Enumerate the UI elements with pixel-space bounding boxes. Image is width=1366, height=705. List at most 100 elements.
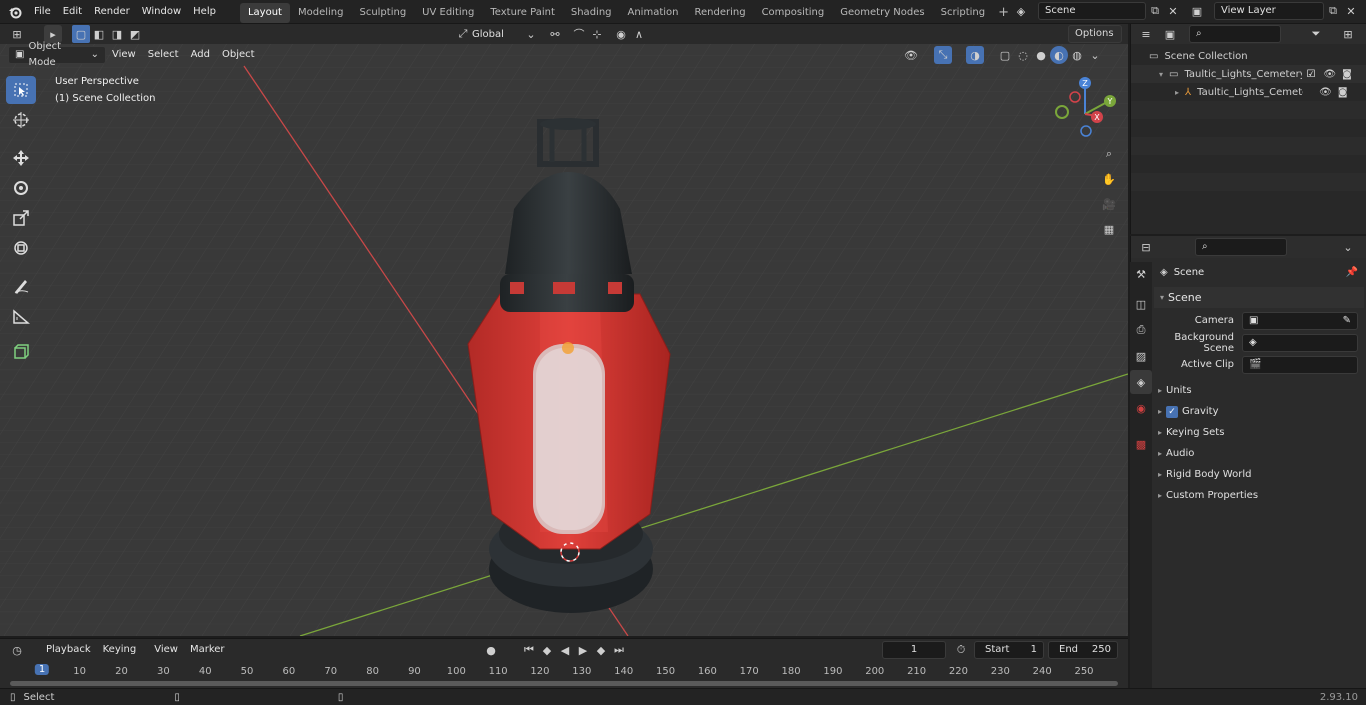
expand-down-icon[interactable]: ▾ — [1155, 70, 1167, 79]
tab-animation[interactable]: Animation — [620, 3, 687, 23]
outliner-row-object[interactable]: ▸ ⅄ Taultic_Lights_Cemetery_ 👁 ◙ — [1131, 83, 1366, 101]
gravity-checkbox[interactable]: ✓ — [1166, 405, 1178, 418]
properties-options-icon[interactable]: ⌄ — [1339, 238, 1357, 256]
menu-render[interactable]: Render — [88, 0, 136, 24]
cursor-tool-icon[interactable] — [6, 106, 36, 134]
object-mode-dropdown[interactable]: ▣ Object Mode ⌄ — [8, 41, 106, 68]
eyedropper-icon[interactable]: ✎ — [1343, 313, 1351, 329]
new-view-layer-icon[interactable]: ⧉ — [1324, 2, 1342, 20]
tab-tool-icon[interactable]: ⚒ — [1130, 262, 1152, 286]
snap-target-icon[interactable]: ⊹ — [588, 25, 606, 43]
tab-scripting[interactable]: Scripting — [933, 3, 993, 23]
pin-icon[interactable]: 📌 — [1346, 267, 1358, 278]
snap-icon[interactable]: ⌒ — [570, 25, 588, 43]
pivot-icon[interactable]: ⚯ — [546, 25, 564, 43]
delete-view-layer-icon[interactable]: ✕ — [1342, 2, 1360, 20]
rendered-shading-icon[interactable]: ◍ — [1068, 46, 1086, 64]
menu-file[interactable]: File — [28, 0, 57, 24]
tab-sculpting[interactable]: Sculpting — [351, 3, 414, 23]
tab-modeling[interactable]: Modeling — [290, 3, 352, 23]
tab-geometry-nodes[interactable]: Geometry Nodes — [832, 3, 932, 23]
ortho-grid-icon[interactable]: ▦ — [1098, 217, 1120, 241]
viewport-menu-add[interactable]: Add — [185, 46, 216, 64]
outliner-row-collection[interactable]: ▾ ▭ Taultic_Lights_Cemetery_Mer ☑ 👁 ◙ — [1131, 65, 1366, 83]
select-tool-icon[interactable] — [6, 76, 36, 104]
mode-extend-icon[interactable]: ◧ — [90, 25, 108, 43]
scale-tool-icon[interactable] — [6, 204, 36, 232]
rotate-tool-icon[interactable] — [6, 174, 36, 202]
scene-name-field[interactable]: Scene — [1038, 2, 1146, 20]
camera-icon[interactable]: ◙ — [1338, 87, 1348, 98]
new-scene-icon[interactable]: ⧉ — [1146, 2, 1164, 20]
filter-icon[interactable]: ⏷ — [1307, 25, 1325, 43]
outliner-root-row[interactable]: ▭ Scene Collection — [1131, 47, 1366, 65]
gizmo-toggle-icon[interactable]: ⤡ — [934, 46, 952, 64]
tab-texture-icon[interactable]: ▩ — [1130, 432, 1152, 456]
menu-window[interactable]: Window — [136, 0, 187, 24]
tab-shading[interactable]: Shading — [563, 3, 620, 23]
tab-compositing[interactable]: Compositing — [754, 3, 833, 23]
panel-gravity[interactable]: ▸ ✓ Gravity — [1154, 401, 1364, 422]
3d-viewport[interactable]: Z Y X — [0, 44, 1128, 636]
pan-hand-icon[interactable]: ✋ — [1098, 167, 1120, 191]
properties-editor-type-icon[interactable]: ⊟ — [1137, 238, 1155, 256]
viewport-menu-view[interactable]: View — [106, 46, 142, 64]
properties-search-input[interactable]: ⌕ — [1195, 238, 1287, 256]
new-collection-icon[interactable]: ⊞ — [1339, 25, 1357, 43]
delete-scene-icon[interactable]: ✕ — [1164, 2, 1182, 20]
tab-view-layer-icon[interactable]: ▨ — [1130, 344, 1152, 368]
material-shading-icon[interactable]: ◐ — [1050, 46, 1068, 64]
panel-audio[interactable]: ▸ Audio — [1154, 443, 1364, 464]
outliner-search-input[interactable]: ⌕ — [1189, 25, 1281, 43]
tab-rendering[interactable]: Rendering — [686, 3, 753, 23]
annotate-tool-icon[interactable] — [6, 272, 36, 300]
checkbox-icon[interactable]: ☑ — [1306, 69, 1315, 80]
orientation-dropdown-icon[interactable]: ⌄ — [522, 25, 540, 43]
eye-icon[interactable]: 👁 — [1319, 87, 1332, 98]
move-tool-icon[interactable] — [6, 144, 36, 172]
panel-custom-properties[interactable]: ▸ Custom Properties — [1154, 485, 1364, 506]
panel-keying-sets[interactable]: ▸ Keying Sets — [1154, 422, 1364, 443]
visibility-icon[interactable]: 👁 — [902, 46, 920, 64]
camera-field[interactable]: ▣ ✎ — [1242, 311, 1358, 330]
measure-tool-icon[interactable] — [6, 302, 36, 330]
current-frame-marker[interactable]: 1 — [34, 664, 50, 675]
active-clip-field[interactable]: 🎬 — [1242, 355, 1358, 374]
solid-shading-icon[interactable]: ● — [1032, 46, 1050, 64]
scene-selector-icon[interactable]: ◈ — [1012, 2, 1030, 20]
timeline-scrollbar[interactable] — [10, 681, 1118, 686]
add-cube-tool-icon[interactable] — [6, 338, 36, 366]
tab-output-icon[interactable]: ⎙ — [1130, 318, 1152, 342]
zoom-icon[interactable]: ⌕ — [1098, 142, 1120, 166]
wireframe-shading-icon[interactable]: ◌ — [1014, 46, 1032, 64]
orientation-label[interactable]: Global — [472, 29, 522, 40]
viewport-menu-select[interactable]: Select — [142, 46, 185, 64]
tab-texture-paint[interactable]: Texture Paint — [482, 3, 563, 23]
panel-rigid-body-world[interactable]: ▸ Rigid Body World — [1154, 464, 1364, 485]
tab-render-icon[interactable]: ◫ — [1130, 292, 1152, 316]
tab-scene-icon[interactable]: ◈ — [1130, 370, 1152, 394]
add-workspace-icon[interactable]: + — [993, 3, 1014, 23]
camera-icon[interactable]: ◙ — [1342, 69, 1352, 80]
outliner-editor-type-icon[interactable]: ≡ — [1137, 25, 1155, 43]
mode-subtract-icon[interactable]: ◨ — [108, 25, 126, 43]
display-mode-icon[interactable]: ▣ — [1161, 25, 1179, 43]
mode-intersect-icon[interactable]: ◩ — [126, 25, 144, 43]
tab-layout[interactable]: Layout — [239, 2, 290, 23]
viewport-menu-object[interactable]: Object — [216, 46, 261, 64]
falloff-icon[interactable]: ∧ — [630, 25, 648, 43]
panel-units[interactable]: ▸ Units — [1154, 380, 1364, 401]
tab-world-icon[interactable]: ◉ — [1130, 396, 1152, 420]
xray-icon[interactable]: ▢ — [996, 46, 1014, 64]
transform-orientation-icon[interactable]: ⤢ — [454, 25, 472, 43]
background-scene-field[interactable]: ◈ — [1242, 333, 1358, 352]
menu-edit[interactable]: Edit — [57, 0, 88, 24]
view-layer-field[interactable]: View Layer — [1214, 2, 1324, 20]
options-button[interactable]: Options ⌄ — [1068, 25, 1122, 55]
tab-uv-editing[interactable]: UV Editing — [414, 3, 482, 23]
editor-type-icon[interactable]: ⊞ — [8, 25, 26, 43]
view-layer-selector-icon[interactable]: ▣ — [1188, 2, 1206, 20]
scene-section-header[interactable]: ▾ Scene — [1154, 287, 1364, 308]
shading-dropdown-icon[interactable]: ⌄ — [1086, 46, 1104, 64]
eye-icon[interactable]: 👁 — [1323, 69, 1336, 80]
